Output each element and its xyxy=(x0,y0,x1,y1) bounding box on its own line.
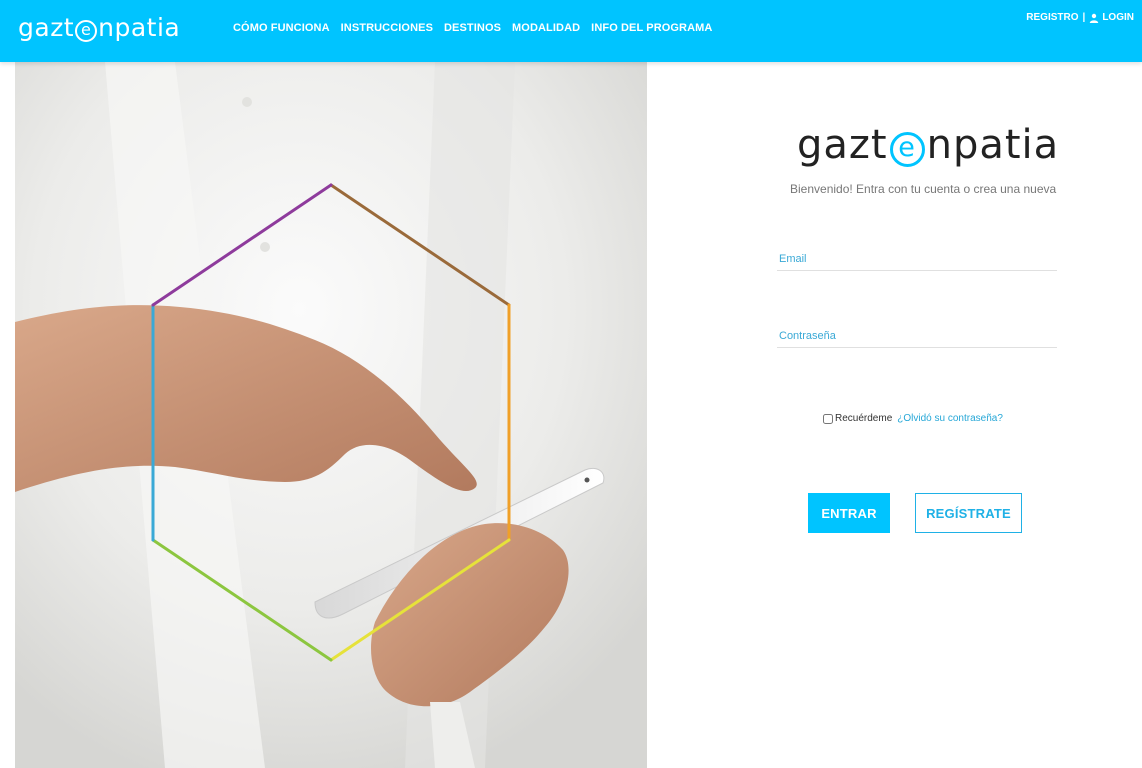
brand-logo-e-glyph: e xyxy=(75,20,98,42)
nav-como-funciona[interactable]: CÓMO FUNCIONA xyxy=(233,22,330,34)
nav-destinos[interactable]: DESTINOS xyxy=(444,22,501,34)
auth-separator: | xyxy=(1082,12,1086,23)
login-logo-suffix: npatia xyxy=(926,122,1060,168)
nav-instrucciones[interactable]: INSTRUCCIONES xyxy=(341,22,433,34)
user-icon[interactable] xyxy=(1089,13,1099,23)
shirt-button xyxy=(262,687,272,697)
shirt-button xyxy=(260,242,270,252)
shirt-button xyxy=(242,97,252,107)
phone-camera xyxy=(584,477,590,483)
login-logo-e-glyph: e xyxy=(889,132,925,167)
top-nav-bar: gazt e npatia CÓMO FUNCIONA INSTRUCCIONES … xyxy=(0,0,1142,62)
hero-illustration xyxy=(15,62,647,768)
login-button[interactable]: ENTRAR xyxy=(808,493,890,533)
main-nav: CÓMO FUNCIONA INSTRUCCIONES DESTINOS MOD… xyxy=(233,22,712,34)
brand-logo[interactable]: gazt e npatia xyxy=(18,13,180,42)
login-logo-prefix: gazt xyxy=(797,122,888,168)
register-button[interactable]: REGÍSTRATE xyxy=(915,493,1022,533)
login-panel: gazt e npatia Bienvenido! Entra con tu cue… xyxy=(647,62,1142,768)
auth-links: REGISTRO | LOGIN xyxy=(1026,12,1134,23)
nav-modalidad[interactable]: MODALIDAD xyxy=(512,22,580,34)
forgot-password-link[interactable]: ¿Olvidó su contraseña? xyxy=(897,413,1003,424)
email-field[interactable] xyxy=(777,248,1057,271)
app-root: gazt e npatia CÓMO FUNCIONA INSTRUCCIONES … xyxy=(0,0,1142,768)
register-link[interactable]: REGISTRO xyxy=(1026,12,1078,23)
hero-image xyxy=(15,62,647,768)
remember-row: Recuérdeme ¿Olvidó su contraseña? xyxy=(823,413,1003,424)
brand-logo-suffix: npatia xyxy=(98,13,181,42)
login-link[interactable]: LOGIN xyxy=(1102,12,1134,23)
brand-logo-prefix: gazt xyxy=(18,13,75,42)
login-logo: gazt e npatia xyxy=(797,122,1059,168)
password-field[interactable] xyxy=(777,325,1057,348)
welcome-text: Bienvenido! Entra con tu cuenta o crea u… xyxy=(790,182,1057,196)
nav-info-del-programa[interactable]: INFO DEL PROGRAMA xyxy=(591,22,712,34)
remember-label: Recuérdeme xyxy=(835,413,893,424)
remember-checkbox[interactable] xyxy=(823,413,833,424)
